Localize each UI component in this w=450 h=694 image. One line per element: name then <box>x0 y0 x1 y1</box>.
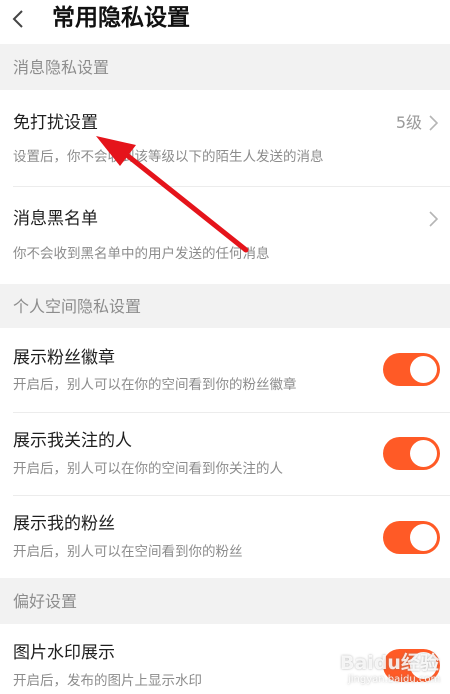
fans-toggle[interactable] <box>383 521 440 554</box>
chevron-right-icon <box>429 115 438 131</box>
chevron-right-icon <box>429 211 438 227</box>
watermark-url: jingyan.baidu.com <box>348 674 441 685</box>
badge-toggle[interactable] <box>383 353 440 386</box>
section-title-message: 消息隐私设置 <box>13 58 110 77</box>
toggle-knob <box>410 440 437 467</box>
fans-setting-title: 展示我的粉丝 <box>13 514 115 534</box>
dnd-setting-title: 免打扰设置 <box>13 113 98 133</box>
blacklist-setting-description: 你不会收到黑名单中的用户发送的任何消息 <box>13 246 270 262</box>
space-settings-card: 展示粉丝徽章 开启后，别人可以在你的空间看到你的粉丝徽章 展示我关注的人 开启后… <box>0 328 450 578</box>
watermark-setting-description: 开启后，发布的图片上显示水印 <box>13 673 202 689</box>
baidu-watermark-logo: Baidu经验 jingyan.baidu.com <box>340 644 448 690</box>
dnd-setting-description: 设置后，你不会收到该等级以下的陌生人发送的消息 <box>13 149 324 165</box>
dnd-setting-row[interactable]: 免打扰设置 5级 设置后，你不会收到该等级以下的陌生人发送的消息 <box>0 90 450 186</box>
fans-setting-row: 展示我的粉丝 开启后，别人可以在空间看到你的粉丝 <box>0 496 450 578</box>
blacklist-setting-row[interactable]: 消息黑名单 你不会收到黑名单中的用户发送的任何消息 <box>0 187 450 284</box>
back-button[interactable] <box>6 2 42 36</box>
toggle-knob <box>410 356 437 383</box>
watermark-setting-title: 图片水印展示 <box>13 643 115 663</box>
badge-setting-row: 展示粉丝徽章 开启后，别人可以在你的空间看到你的粉丝徽章 <box>0 328 450 412</box>
watermark-brand: Baidu经验 <box>340 652 439 674</box>
fans-setting-description: 开启后，别人可以在空间看到你的粉丝 <box>13 544 243 560</box>
dnd-level-value: 5级 <box>395 113 422 132</box>
message-settings-card: 免打扰设置 5级 设置后，你不会收到该等级以下的陌生人发送的消息 消息黑名单 你… <box>0 90 450 284</box>
following-setting-title: 展示我关注的人 <box>13 431 132 451</box>
section-title-preference: 偏好设置 <box>13 592 78 611</box>
toggle-knob <box>410 524 437 551</box>
page-title: 常用隐私设置 <box>52 5 190 31</box>
badge-setting-description: 开启后，别人可以在你的空间看到你的粉丝徽章 <box>13 377 297 393</box>
blacklist-setting-title: 消息黑名单 <box>13 209 98 229</box>
chevron-left-icon <box>12 10 23 28</box>
badge-setting-title: 展示粉丝徽章 <box>13 348 115 368</box>
following-toggle[interactable] <box>383 437 440 470</box>
section-title-space: 个人空间隐私设置 <box>13 297 142 316</box>
header-bar: 常用隐私设置 <box>0 0 450 44</box>
following-setting-row: 展示我关注的人 开启后，别人可以在你的空间看到你关注的人 <box>0 413 450 495</box>
following-setting-description: 开启后，别人可以在你的空间看到你关注的人 <box>13 461 283 477</box>
